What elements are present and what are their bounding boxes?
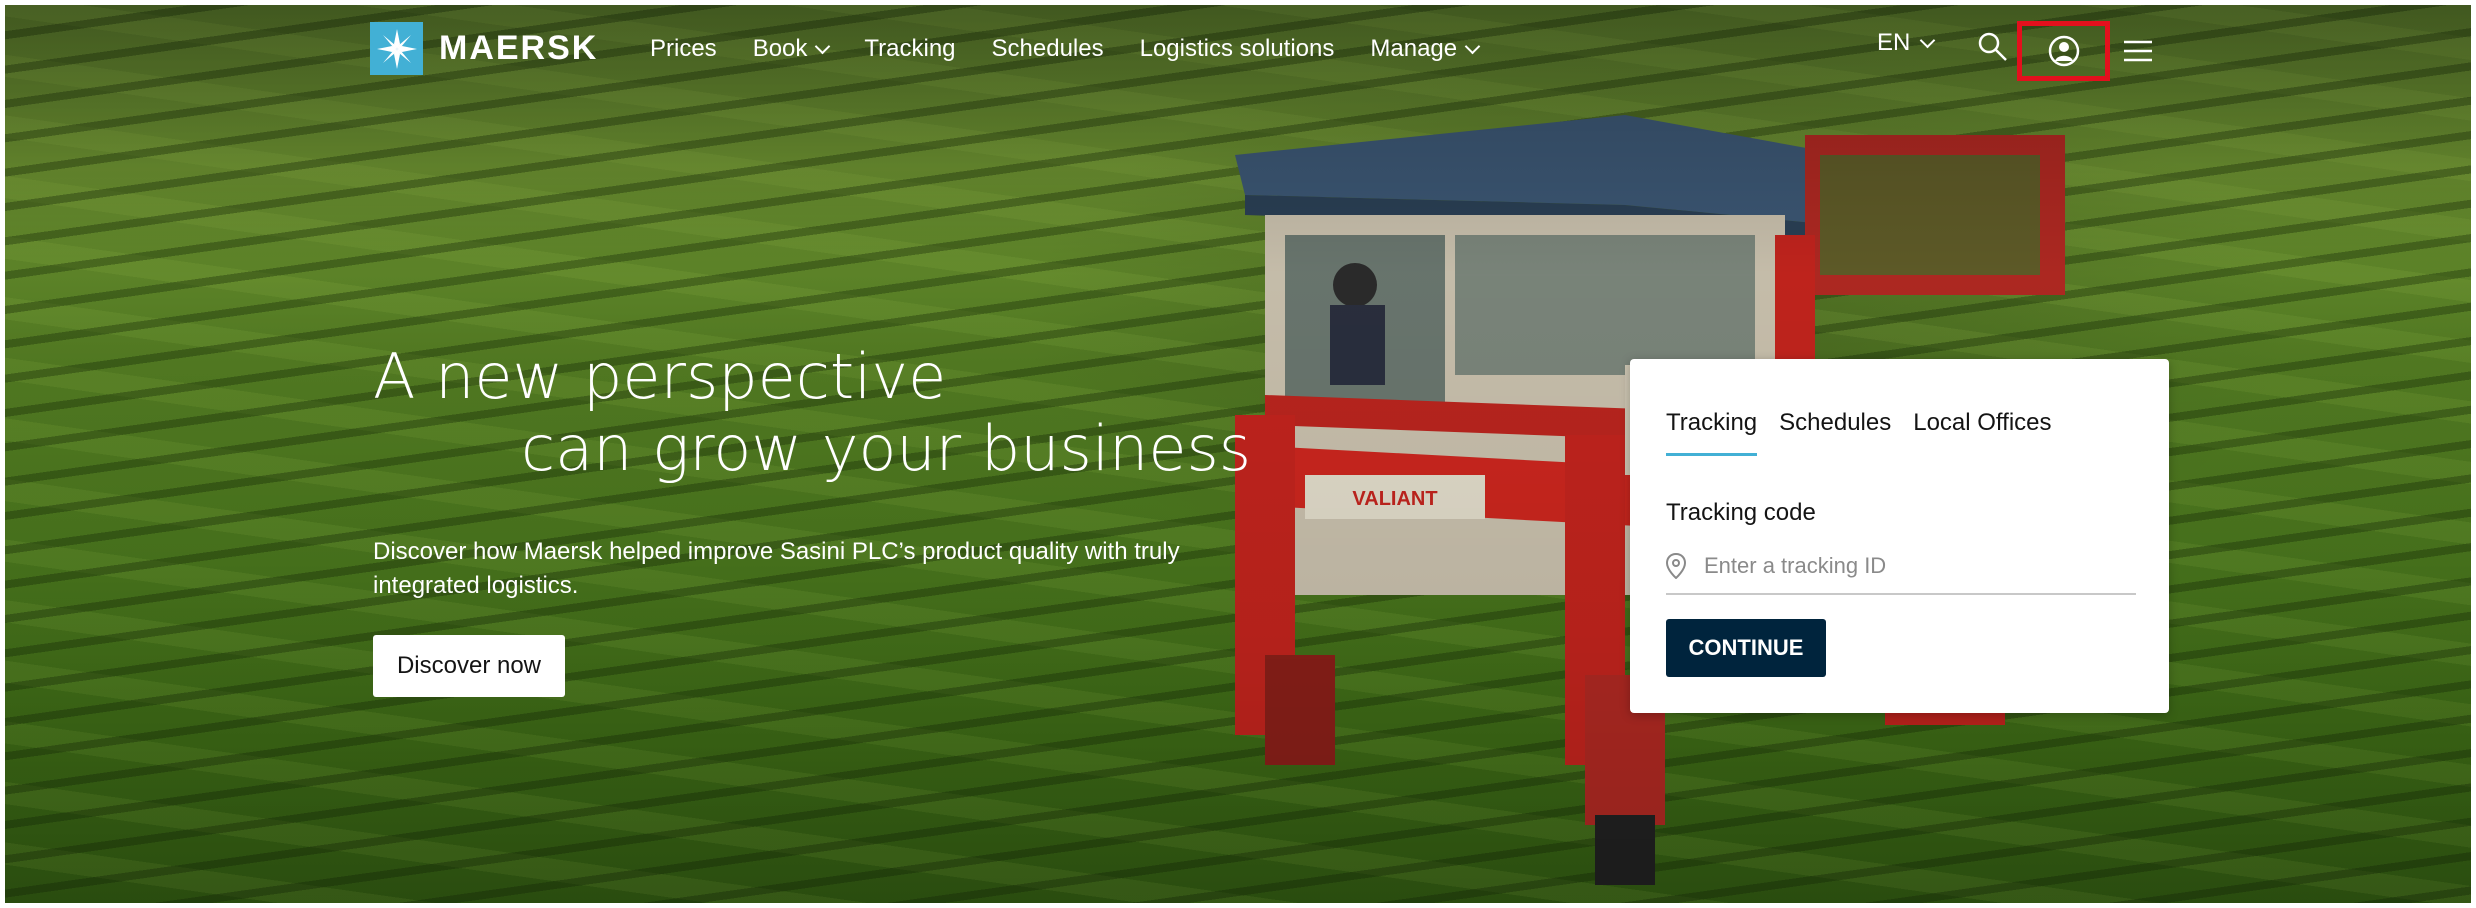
chevron-down-icon bbox=[815, 38, 831, 54]
tracking-input-wrapper bbox=[1666, 539, 2136, 595]
nav-item-tracking[interactable]: Tracking bbox=[864, 35, 955, 63]
language-selector[interactable]: EN bbox=[1877, 29, 1936, 57]
location-pin-icon bbox=[1666, 553, 1686, 579]
hamburger-menu-icon[interactable] bbox=[2123, 39, 2153, 63]
top-navigation: MAERSK Prices Book Tracking Schedules Lo… bbox=[5, 5, 2471, 101]
hero-background: VALIANT bbox=[5, 5, 2471, 903]
tab-local-offices[interactable]: Local Offices bbox=[1913, 409, 2051, 456]
chevron-down-icon bbox=[1920, 32, 1936, 48]
tracking-id-input[interactable] bbox=[1702, 552, 2126, 580]
nav-label: Manage bbox=[1370, 35, 1458, 62]
user-profile-icon bbox=[2048, 35, 2079, 67]
nav-label: Book bbox=[752, 35, 808, 62]
nav-item-schedules[interactable]: Schedules bbox=[992, 35, 1104, 63]
nav-item-book[interactable]: Book bbox=[752, 35, 831, 63]
main-nav: Prices Book Tracking Schedules Logistics… bbox=[650, 35, 1481, 63]
language-label: EN bbox=[1877, 29, 1911, 56]
nav-item-prices[interactable]: Prices bbox=[650, 35, 717, 63]
search-icon[interactable] bbox=[1977, 31, 2009, 63]
star-icon bbox=[370, 22, 423, 75]
hero-description: Discover how Maersk helped improve Sasin… bbox=[373, 538, 1180, 599]
tracking-code-label: Tracking code bbox=[1666, 499, 1816, 526]
nav-label: Tracking bbox=[864, 35, 956, 62]
nav-item-logistics-solutions[interactable]: Logistics solutions bbox=[1140, 35, 1335, 63]
tracking-card-tabs: Tracking Schedules Local Offices bbox=[1666, 409, 2052, 456]
brand-name: MAERSK bbox=[439, 29, 599, 67]
user-profile-button[interactable] bbox=[2017, 21, 2110, 81]
continue-button[interactable]: CONTINUE bbox=[1666, 619, 1826, 677]
nav-label: Prices bbox=[650, 35, 717, 62]
tab-tracking[interactable]: Tracking bbox=[1666, 409, 1758, 456]
headline-line-2: can grow your business bbox=[521, 412, 1252, 485]
maersk-logo[interactable]: MAERSK bbox=[370, 22, 598, 75]
discover-now-button[interactable]: Discover now bbox=[373, 635, 565, 697]
nav-item-manage[interactable]: Manage bbox=[1370, 35, 1481, 63]
header-tools: EN bbox=[1877, 29, 1936, 57]
nav-label: Logistics solutions bbox=[1139, 35, 1335, 62]
tracking-card: Tracking Schedules Local Offices Trackin… bbox=[1630, 359, 2169, 713]
headline-line-1: A new perspective bbox=[373, 340, 947, 413]
chevron-down-icon bbox=[1464, 38, 1481, 54]
nav-label: Schedules bbox=[991, 35, 1104, 62]
hero-headline: A new perspective can grow your business bbox=[373, 341, 1251, 485]
tab-schedules[interactable]: Schedules bbox=[1779, 409, 1891, 456]
